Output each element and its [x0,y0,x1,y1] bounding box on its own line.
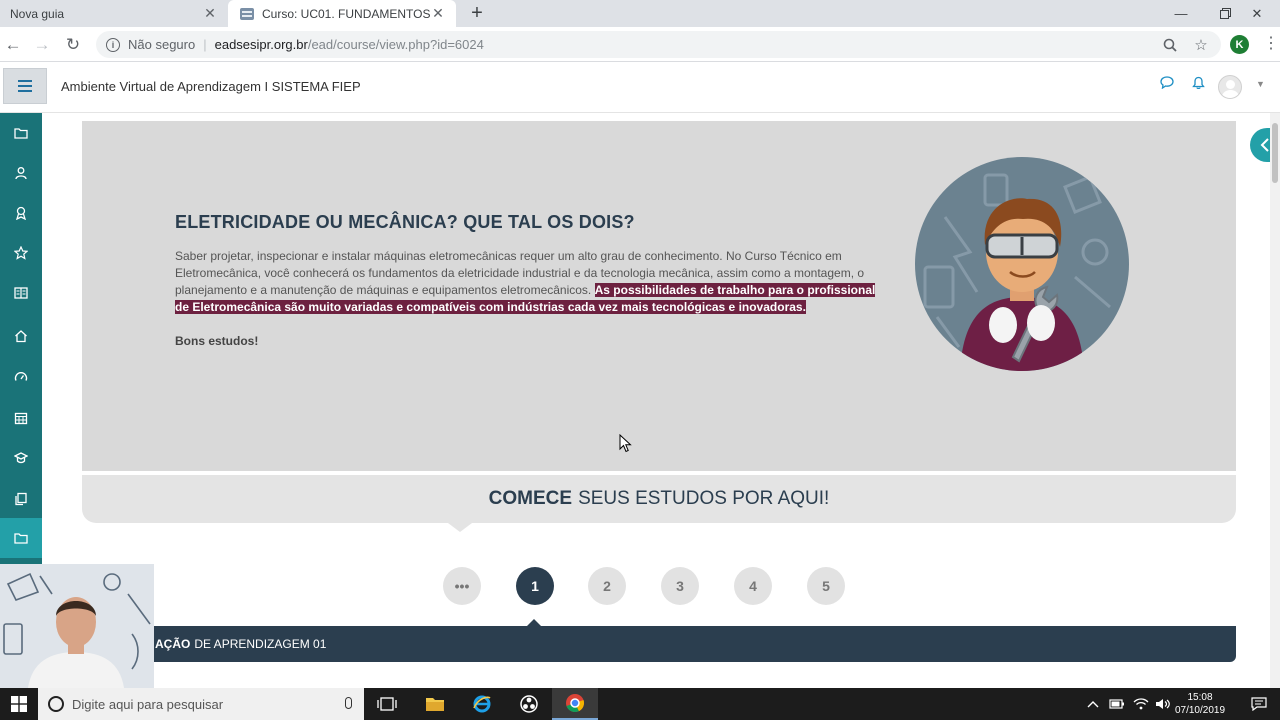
separator: | [203,37,207,52]
microphone-icon[interactable] [345,697,352,709]
url-host: eadsesipr.org.br [214,37,308,52]
banner-bold-text: COMECE [488,488,573,509]
technician-illustration [915,157,1129,371]
user-avatar[interactable] [1218,75,1242,99]
windows-start-icon[interactable] [0,688,38,720]
pager-active-pointer [527,619,541,626]
browser-toolbar: ← → ↻ i Não seguro | eadsesipr.org.br/ea… [0,27,1280,62]
tray-chevron-up-icon[interactable] [1087,688,1099,720]
tab-label: Curso: UC01. FUNDAMENTOS EL [262,6,430,21]
taskbar-search-input[interactable]: Digite aqui para pesquisar [38,688,364,720]
hero-sign-off: Bons estudos! [175,334,259,348]
messages-icon[interactable] [1160,76,1174,92]
rail-grades-icon[interactable] [0,273,42,313]
back-icon[interactable]: ← [2,34,24,56]
banner-text: SEUS ESTUDOS POR AQUI! [578,488,830,509]
course-content: ELETRICIDADE OU MECÂNICA? QUE TAL OS DOI… [42,113,1270,688]
pager-page-3[interactable]: 3 [661,567,699,605]
rail-files-icon[interactable] [0,479,42,519]
site-header: Ambiente Virtual de Aprendizagem I SISTE… [0,62,1280,113]
rail-courses-icon[interactable] [0,438,42,478]
internet-explorer-icon[interactable] [459,688,505,720]
rail-dashboard-icon[interactable] [0,357,42,397]
action-center-icon[interactable] [1251,688,1267,720]
learning-section-header[interactable]: AÇÃO DE APRENDIZAGEM 01 [112,626,1236,662]
security-label: Não seguro [128,37,196,52]
page-scrollbar[interactable] [1270,113,1280,688]
hero-description: Saber projetar, inspecionar e instalar m… [175,248,887,316]
tab-label: Nova guia [10,6,65,21]
clock-date: 07/10/2019 [1174,705,1226,716]
chrome-icon[interactable] [552,688,598,720]
webcam-presenter-video [0,564,154,688]
pager-page-5[interactable]: 5 [807,567,845,605]
bookmark-star-icon[interactable]: ☆ [1190,31,1212,58]
notifications-bell-icon[interactable] [1192,76,1205,93]
tab-close-icon[interactable]: ✕ [202,5,218,22]
cortana-icon [48,696,64,712]
hamburger-icon [18,85,32,87]
address-bar[interactable]: i Não seguro | eadsesipr.org.br/ead/cour… [96,31,1221,58]
browser-tab-strip: Nova guia ✕ Curso: UC01. FUNDAMENTOS EL … [0,0,1280,27]
url-path: /ead/course/view.php?id=6024 [307,37,484,52]
task-view-icon[interactable] [364,688,410,720]
rail-badges-icon[interactable] [0,193,42,233]
pager-page-2[interactable]: 2 [588,567,626,605]
windows-taskbar: Digite aqui para pesquisar 15:08 07/10/2… [0,688,1280,720]
hamburger-menu-button[interactable] [3,68,47,104]
course-hero: ELETRICIDADE OU MECÂNICA? QUE TAL OS DOI… [82,121,1236,471]
start-here-banner: COMECE SEUS ESTUDOS POR AQUI! [82,475,1236,523]
favicon-icon [240,7,254,20]
tab-close-icon[interactable]: ✕ [430,5,446,22]
minimize-icon[interactable]: — [1158,0,1204,27]
zoom-icon[interactable] [1159,31,1181,58]
new-tab-icon[interactable]: + [466,2,488,25]
pager-page-1[interactable]: 1 [516,567,554,605]
reload-icon[interactable]: ↻ [62,34,84,56]
hero-title: ELETRICIDADE OU MECÂNICA? QUE TAL OS DOI… [175,212,635,232]
clock-time: 15:08 [1187,692,1213,703]
pager-more-button[interactable]: ••• [443,567,481,605]
profile-avatar[interactable]: K [1230,35,1249,54]
section-title-text: DE APRENDIZAGEM 01 [194,637,327,651]
rail-participants-icon[interactable] [0,153,42,193]
site-name[interactable]: Ambiente Virtual de Aprendizagem I SISTE… [61,79,361,94]
rail-folder-icon[interactable] [0,113,42,153]
tab-nova-guia[interactable]: Nova guia ✕ [0,0,228,27]
browser-menu-icon[interactable]: ⋮ [1263,34,1279,54]
wifi-icon[interactable] [1133,688,1149,720]
file-explorer-icon[interactable] [412,688,458,720]
forward-icon[interactable]: → [31,34,53,56]
pager-page-4[interactable]: 4 [734,567,772,605]
rail-home-icon[interactable] [0,316,42,356]
info-icon[interactable]: i [106,37,120,52]
user-menu-chevron-down-icon[interactable]: ▼ [1256,79,1265,89]
rail-calendar-icon[interactable] [0,398,42,438]
volume-icon[interactable] [1155,688,1171,720]
window-close-icon[interactable]: ✕ [1234,0,1280,27]
rail-star-icon[interactable] [0,233,42,273]
rail-course-folder-icon[interactable] [0,518,42,558]
obs-studio-icon[interactable] [506,688,552,720]
tab-course[interactable]: Curso: UC01. FUNDAMENTOS EL ✕ [228,0,456,27]
battery-icon[interactable] [1109,688,1125,720]
taskbar-clock[interactable]: 15:08 07/10/2019 [1174,691,1226,717]
taskbar-search-placeholder: Digite aqui para pesquisar [72,696,224,712]
section-bold-text: AÇÃO [155,637,191,651]
banner-pointer [448,523,472,532]
scrollbar-thumb[interactable] [1272,123,1278,183]
mouse-cursor-icon [619,433,632,458]
